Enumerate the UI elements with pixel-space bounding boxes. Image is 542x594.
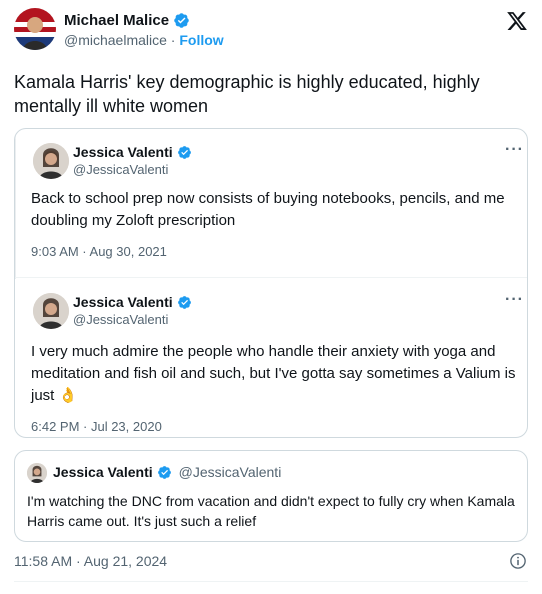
more-icon[interactable]: ··· <box>505 141 524 159</box>
quoted-tweet-text: I'm watching the DNC from vacation and d… <box>27 493 515 529</box>
embedded-tweet-card[interactable]: Jessica Valenti @JessicaValenti ··· Back… <box>14 128 528 438</box>
tweet-header: Michael Malice @michaelmalice · Follow <box>14 8 530 58</box>
author-avatar[interactable] <box>14 8 56 50</box>
quoted-tweet[interactable]: Jessica Valenti @JessicaValenti I'm watc… <box>14 450 528 542</box>
embedded-author-handle[interactable]: @JessicaValenti <box>73 312 168 327</box>
footer-divider <box>14 581 528 582</box>
embedded-timestamp[interactable]: 9:03 AM · Aug 30, 2021 <box>31 244 167 259</box>
author-handle[interactable]: @michaelmalice <box>64 32 167 48</box>
verified-badge-icon <box>177 145 192 160</box>
embedded-avatar[interactable] <box>33 293 69 329</box>
author-name[interactable]: Michael Malice <box>64 12 169 29</box>
embedded-tweet-text: Back to school prep now consists of buyi… <box>31 190 505 229</box>
thread-edge <box>15 129 16 279</box>
embedded-tweet-text: I very much admire the people who handle… <box>31 343 516 404</box>
info-icon[interactable] <box>509 552 527 570</box>
embedded-author-name[interactable]: Jessica Valenti <box>73 294 173 310</box>
verified-badge-icon <box>157 465 172 480</box>
follow-button[interactable]: Follow <box>179 32 223 48</box>
tweet-text: Kamala Harris' key demographic is highly… <box>14 72 480 116</box>
verified-badge-icon <box>173 12 190 29</box>
x-logo-icon[interactable] <box>506 10 528 32</box>
more-icon[interactable]: ··· <box>505 291 524 309</box>
quoted-author-name[interactable]: Jessica Valenti <box>53 464 153 480</box>
quoted-author-handle[interactable]: @JessicaValenti <box>179 464 282 480</box>
embedded-author-handle[interactable]: @JessicaValenti <box>73 162 168 177</box>
thread-divider <box>15 277 527 278</box>
embedded-avatar[interactable] <box>33 143 69 179</box>
handle-separator: · <box>166 32 180 48</box>
embedded-author-name[interactable]: Jessica Valenti <box>73 144 173 160</box>
verified-badge-icon <box>177 295 192 310</box>
quoted-avatar[interactable] <box>27 463 47 483</box>
embedded-timestamp[interactable]: 6:42 PM · Jul 23, 2020 <box>31 419 162 434</box>
tweet-timestamp[interactable]: 11:58 AM · Aug 21, 2024 <box>14 553 167 569</box>
